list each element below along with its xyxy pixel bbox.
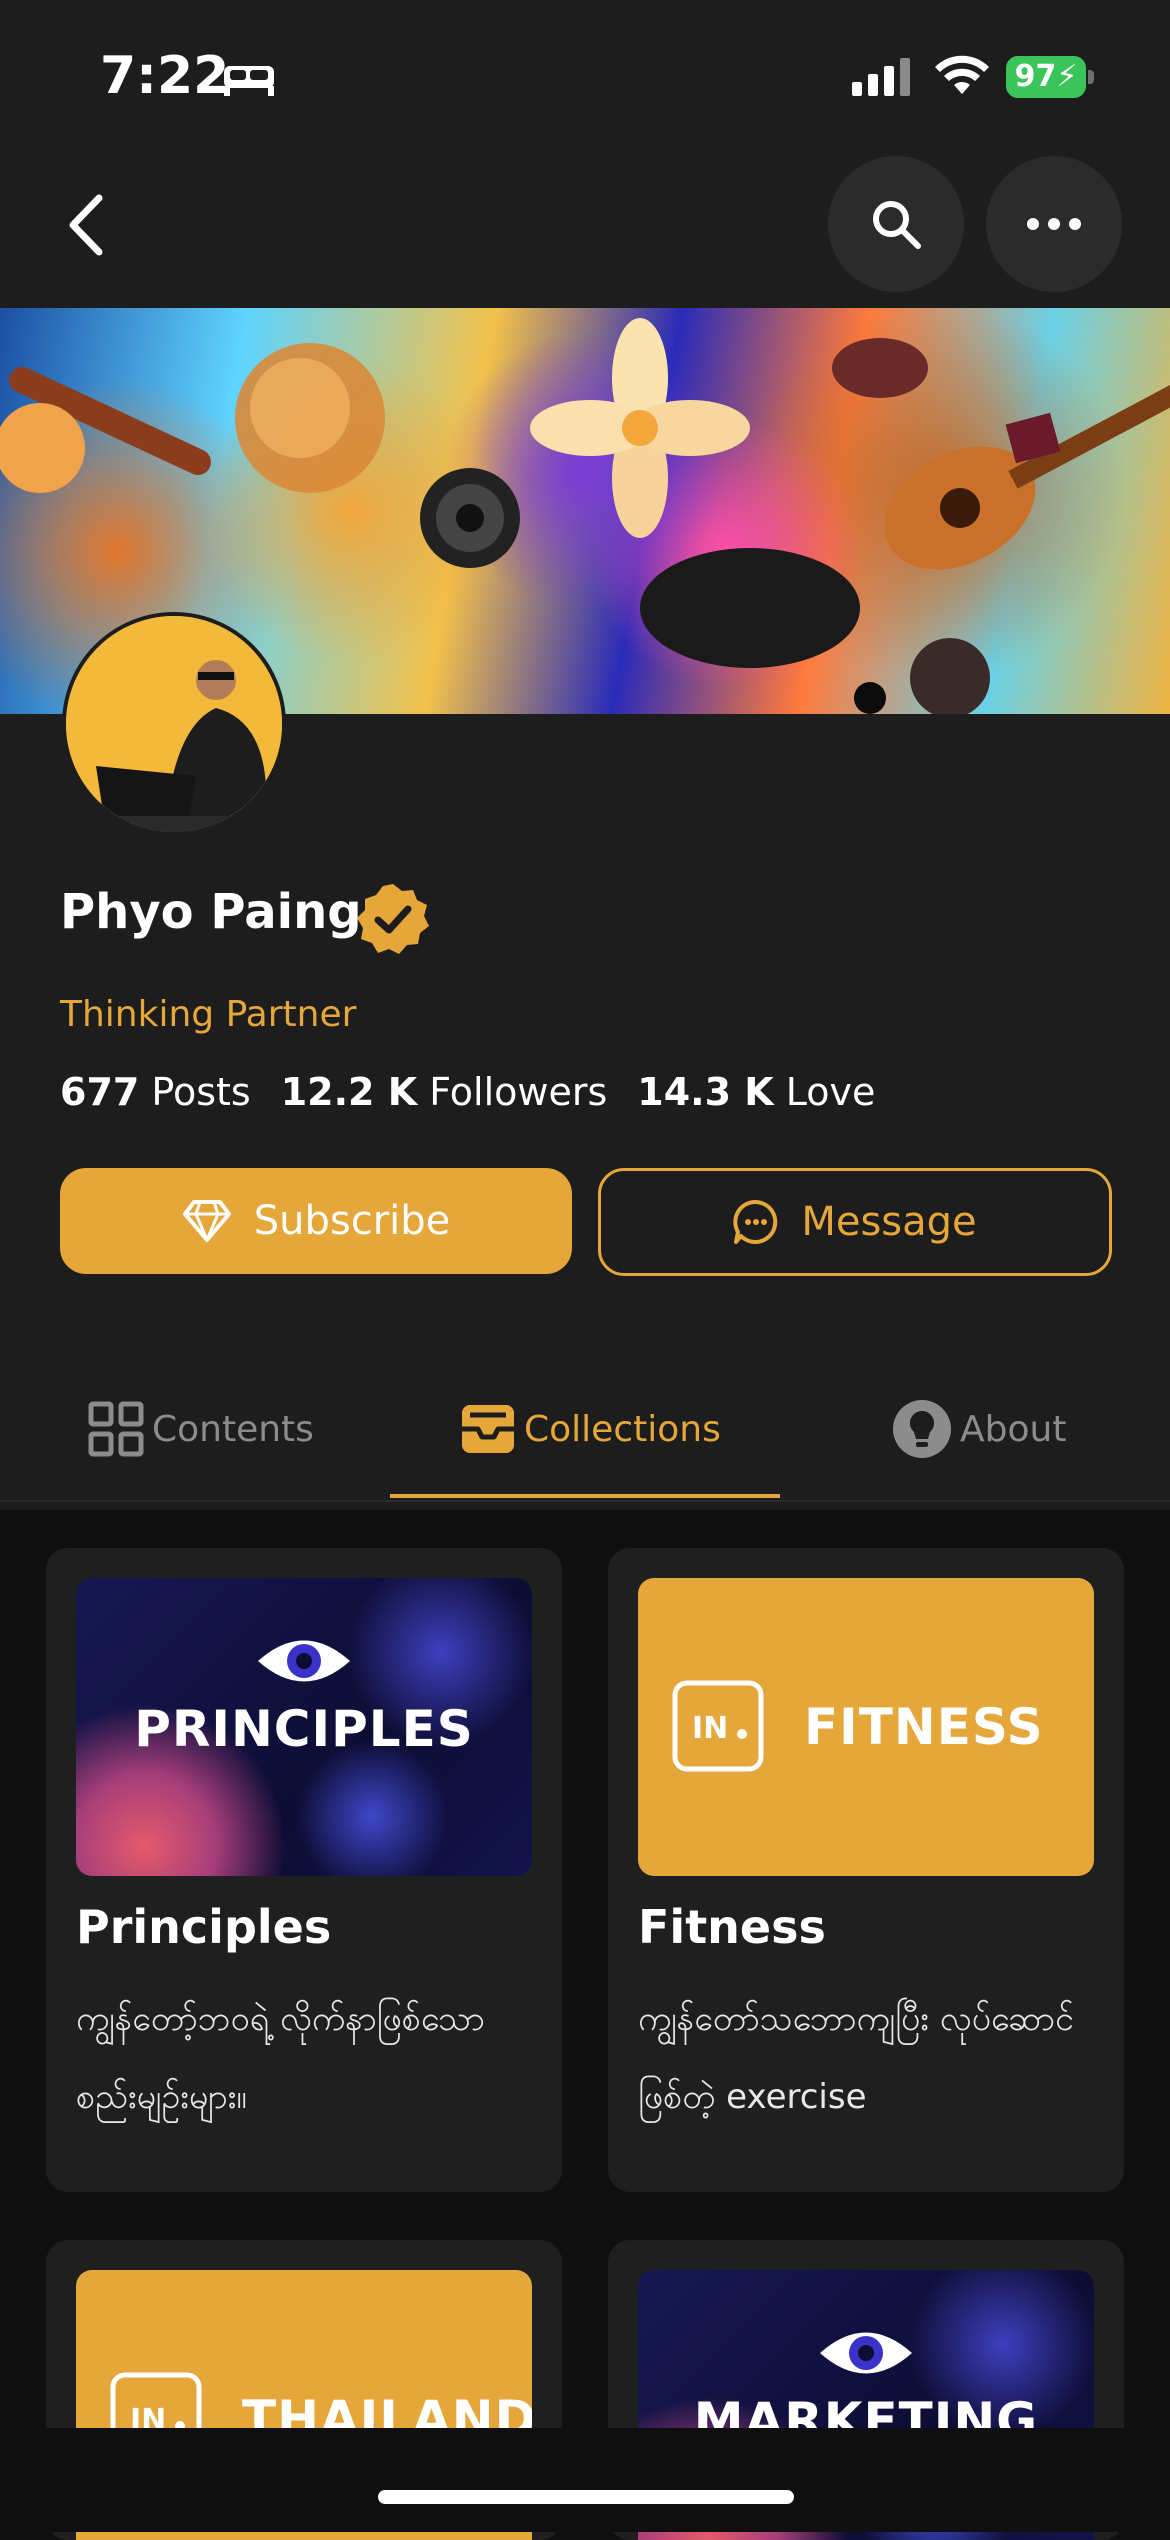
back-button[interactable] bbox=[50, 180, 120, 270]
divider bbox=[0, 1500, 1170, 1502]
more-horizontal-icon bbox=[1027, 218, 1081, 230]
stat-value: 677 bbox=[60, 1070, 140, 1114]
tab-label: About bbox=[960, 1408, 1067, 1450]
chevron-left-icon bbox=[69, 194, 103, 256]
bottom-safe-area bbox=[0, 2428, 1170, 2532]
brand-logo-icon: IN bbox=[672, 1680, 764, 1772]
grid-icon bbox=[88, 1401, 144, 1457]
lightbulb-icon bbox=[893, 1400, 951, 1458]
avatar[interactable] bbox=[62, 612, 286, 836]
stat-followers[interactable]: 12.2 K Followers bbox=[281, 1070, 608, 1114]
battery-tip bbox=[1088, 70, 1094, 84]
sleep-mode-icon bbox=[222, 58, 276, 102]
wifi-icon bbox=[934, 54, 990, 102]
search-icon bbox=[873, 201, 921, 249]
profile-stats: 677 Posts 12.2 K Followers 14.3 K Love bbox=[60, 1070, 875, 1114]
profile-name: Phyo Paing bbox=[60, 884, 362, 940]
collection-card-fitness[interactable]: IN FITNESS Fitness ကျွန်တော်သဘောကျပြီး လ… bbox=[608, 1548, 1124, 2192]
stat-value: 12.2 K bbox=[280, 1070, 418, 1114]
chat-bubble-icon bbox=[733, 1199, 778, 1244]
stat-posts[interactable]: 677 Posts bbox=[60, 1070, 251, 1114]
eye-icon bbox=[258, 1640, 350, 1682]
diamond-icon bbox=[182, 1200, 231, 1242]
tab-label: Contents bbox=[152, 1408, 314, 1450]
profile-tagline: Thinking Partner bbox=[60, 994, 357, 1035]
collection-card-principles[interactable]: PRINCIPLES Principles ကျွန်တော့်ဘဝရဲ့ လိ… bbox=[46, 1548, 562, 2192]
message-button[interactable]: Message bbox=[598, 1168, 1112, 1276]
thumbnail-title: FITNESS bbox=[804, 1698, 1044, 1756]
stat-love[interactable]: 14.3 K Love bbox=[637, 1070, 875, 1114]
tab-contents[interactable]: Contents bbox=[88, 1370, 314, 1488]
message-label: Message bbox=[801, 1199, 977, 1245]
cellular-signal-icon bbox=[852, 58, 916, 102]
subscribe-label: Subscribe bbox=[253, 1198, 451, 1244]
more-options-button[interactable] bbox=[986, 156, 1122, 292]
tab-about[interactable]: About bbox=[892, 1370, 1066, 1488]
stat-label: Followers bbox=[429, 1070, 608, 1114]
clock: 7:22 bbox=[100, 46, 230, 106]
collection-title: Fitness bbox=[638, 1900, 826, 1954]
svg-text:IN: IN bbox=[692, 1711, 728, 1746]
charging-bolt-icon: ⚡ bbox=[1056, 59, 1078, 94]
active-tab-indicator bbox=[390, 1494, 780, 1498]
collection-thumbnail: IN FITNESS bbox=[638, 1578, 1094, 1876]
tab-label: Collections bbox=[524, 1408, 721, 1450]
battery-indicator: 97⚡ bbox=[1006, 56, 1086, 98]
stat-value: 14.3 K bbox=[637, 1070, 774, 1114]
eye-icon bbox=[820, 2332, 912, 2374]
collection-title: Principles bbox=[76, 1900, 332, 1954]
home-indicator[interactable] bbox=[378, 2490, 794, 2504]
thumbnail-title: PRINCIPLES bbox=[134, 1700, 474, 1758]
profile-tabs: Contents Collections About bbox=[0, 1370, 1170, 1500]
tab-collections[interactable]: Collections bbox=[460, 1370, 721, 1488]
collection-description: ကျွန်တော်သဘောကျပြီး လုပ်ဆောင်ဖြစ်တဲ့ exe… bbox=[638, 1999, 1074, 2117]
subscribe-button[interactable]: Subscribe bbox=[60, 1168, 572, 1274]
verified-badge-icon bbox=[356, 882, 430, 960]
inbox-tray-icon bbox=[462, 1405, 514, 1453]
stat-label: Posts bbox=[151, 1070, 251, 1114]
stat-label: Love bbox=[785, 1070, 876, 1114]
search-button[interactable] bbox=[828, 156, 964, 292]
collection-description: ကျွန်တော့်ဘဝရဲ့ လိုက်နာဖြစ်သော စည်းမျဉ်း… bbox=[76, 1999, 485, 2117]
collection-thumbnail: PRINCIPLES bbox=[76, 1578, 532, 1876]
